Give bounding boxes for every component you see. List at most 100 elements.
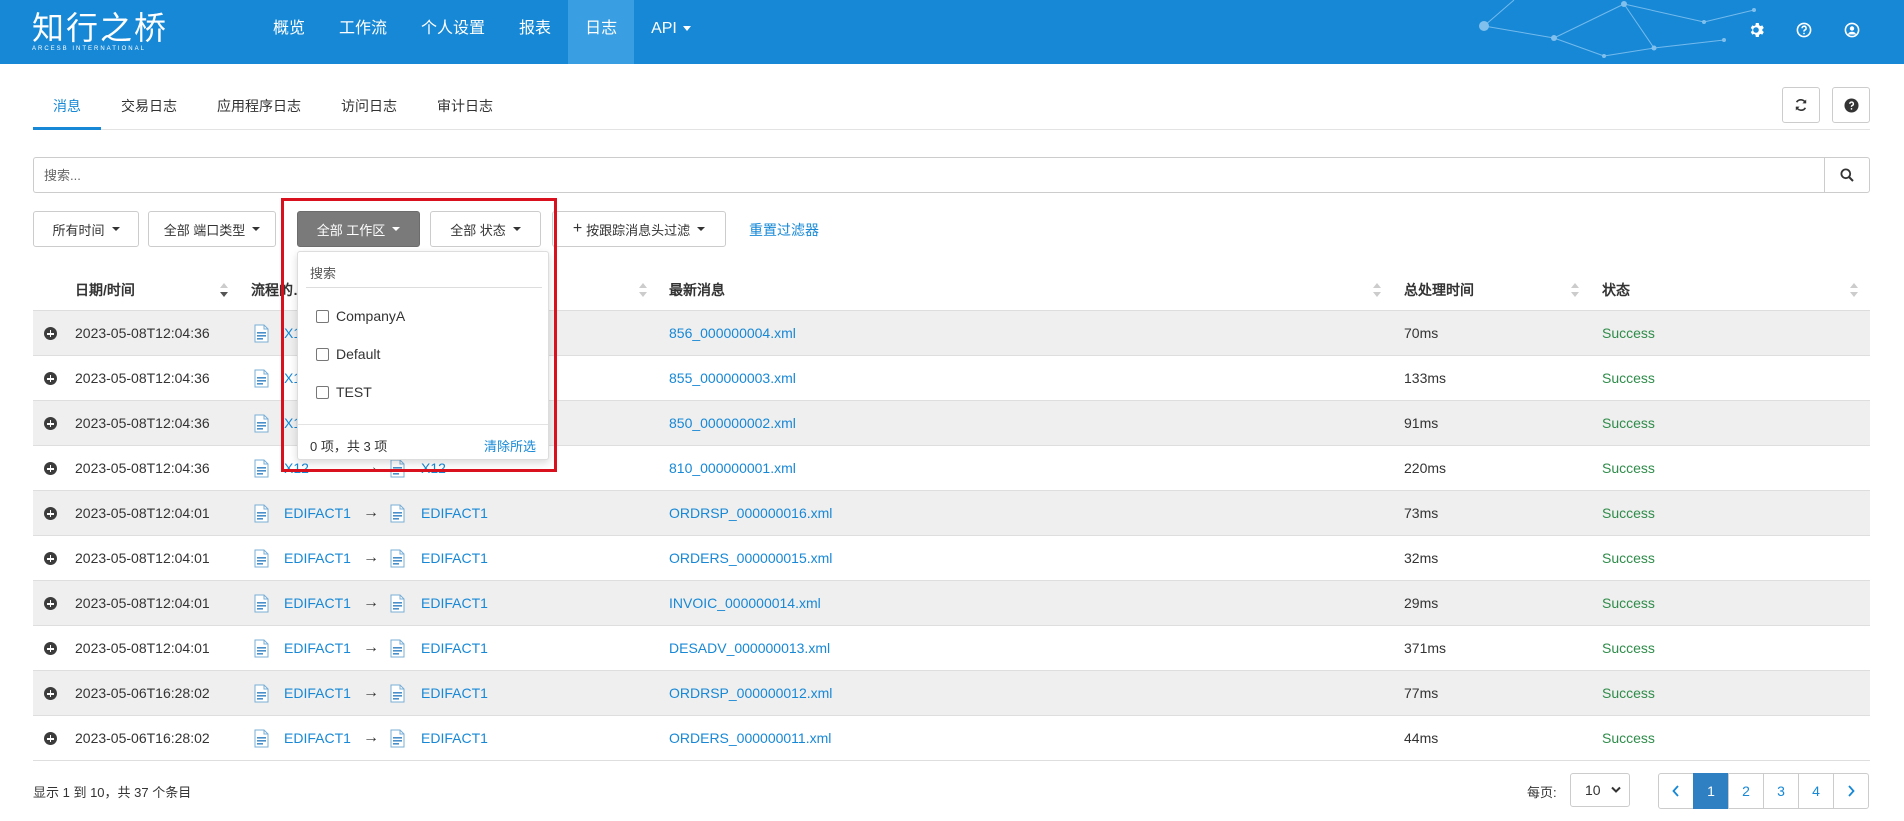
sort-icon[interactable]: [1571, 282, 1579, 298]
table-row[interactable]: 2023-05-06T16:28:02 EDIFACT1 → EDIFACT1 ORDE…: [33, 716, 1870, 761]
row-datetime: 2023-05-08T12:04:36: [75, 415, 210, 431]
row-latest-message[interactable]: INVOIC_000000014.xml: [669, 581, 821, 625]
row-source-port[interactable]: EDIFACT1: [284, 716, 351, 760]
expand-row-icon[interactable]: [44, 552, 57, 565]
checkbox[interactable]: [316, 347, 329, 361]
nav-workflow[interactable]: 工作流: [322, 0, 404, 64]
document-icon: [390, 594, 405, 613]
row-source-port[interactable]: EDIFACT1: [284, 536, 351, 580]
tab-access-log[interactable]: 访问日志: [321, 88, 417, 130]
table-row[interactable]: 2023-05-08T12:04:01 EDIFACT1 → EDIFACT1 DESA…: [33, 626, 1870, 671]
header-filter-button[interactable]: + 按跟踪消息头过滤: [552, 211, 726, 247]
help-circle-icon[interactable]: [1792, 18, 1816, 42]
row-latest-message[interactable]: ORDRSP_000000012.xml: [669, 671, 832, 715]
workspace-search-input[interactable]: [306, 260, 542, 288]
workspace-filter-button[interactable]: 全部 工作区: [297, 211, 420, 247]
row-latest-message[interactable]: DESADV_000000013.xml: [669, 626, 830, 670]
nav-reports[interactable]: 报表: [502, 0, 568, 64]
selection-count: 0 项，共 3 项: [310, 439, 388, 454]
col-datetime[interactable]: 日期/时间: [75, 272, 135, 311]
tab-application-log[interactable]: 应用程序日志: [197, 88, 321, 130]
workspace-option-default[interactable]: Default: [316, 344, 380, 364]
table-row[interactable]: 2023-05-06T16:28:02 EDIFACT1 → EDIFACT1 ORDR…: [33, 671, 1870, 716]
page-3-button[interactable]: 3: [1763, 773, 1799, 809]
row-target-port[interactable]: EDIFACT1: [421, 536, 488, 580]
document-icon: [254, 324, 269, 343]
col-latest-message[interactable]: 最新消息: [669, 272, 725, 311]
sort-icon[interactable]: [1850, 282, 1858, 298]
tab-messages[interactable]: 消息: [33, 88, 101, 130]
row-latest-message[interactable]: 810_000000001.xml: [669, 446, 796, 490]
row-target-port[interactable]: EDIFACT1: [421, 581, 488, 625]
expand-row-icon[interactable]: [44, 507, 57, 520]
nav-api[interactable]: API: [634, 0, 708, 64]
port-type-filter-button[interactable]: 全部 端口类型: [148, 211, 276, 247]
col-processing-time[interactable]: 总处理时间: [1404, 272, 1474, 311]
search-button[interactable]: [1824, 157, 1870, 193]
brand-logo[interactable]: 知行之桥 ARCESB INTERNATIONAL: [32, 12, 168, 52]
row-target-port[interactable]: EDIFACT1: [421, 716, 488, 760]
nav-overview[interactable]: 概览: [256, 0, 322, 64]
row-latest-message[interactable]: 855_000000003.xml: [669, 356, 796, 400]
row-source-port[interactable]: EDIFACT1: [284, 626, 351, 670]
table-row[interactable]: 2023-05-08T12:04:01 EDIFACT1 → EDIFACT1 ORDE…: [33, 536, 1870, 581]
row-datetime: 2023-05-06T16:28:02: [75, 730, 210, 746]
row-datetime: 2023-05-06T16:28:02: [75, 685, 210, 701]
row-source-port[interactable]: EDIFACT1: [284, 491, 351, 535]
expand-row-icon[interactable]: [44, 417, 57, 430]
refresh-button[interactable]: [1782, 87, 1820, 123]
row-processing-time: 133ms: [1404, 370, 1447, 386]
status-filter-button[interactable]: 全部 状态: [430, 211, 541, 247]
expand-row-icon[interactable]: [44, 462, 57, 475]
per-page-select[interactable]: 10: [1570, 773, 1630, 807]
tab-transaction-log[interactable]: 交易日志: [101, 88, 197, 130]
row-latest-message[interactable]: 850_000000002.xml: [669, 401, 796, 445]
checkbox[interactable]: [316, 385, 329, 399]
expand-row-icon[interactable]: [44, 642, 57, 655]
row-latest-message[interactable]: 856_000000004.xml: [669, 311, 796, 355]
expand-row-icon[interactable]: [44, 597, 57, 610]
sort-icon[interactable]: [1373, 282, 1381, 298]
search-input[interactable]: [33, 157, 1824, 193]
expand-row-icon[interactable]: [44, 687, 57, 700]
nav-logs[interactable]: 日志: [568, 0, 635, 64]
workspace-option-companya[interactable]: CompanyA: [316, 306, 405, 326]
time-filter-button[interactable]: 所有时间: [33, 211, 139, 247]
table-row[interactable]: 2023-05-08T12:04:01 EDIFACT1 → EDIFACT1 INVO…: [33, 581, 1870, 626]
sort-desc-icon[interactable]: [220, 282, 228, 298]
row-latest-message[interactable]: ORDERS_000000015.xml: [669, 536, 832, 580]
reset-filters-link[interactable]: 重置过滤器: [749, 220, 819, 240]
network-decoration: [1479, 0, 1756, 58]
row-processing-time: 32ms: [1404, 550, 1439, 566]
gear-icon[interactable]: [1744, 18, 1768, 42]
page-4-button[interactable]: 4: [1798, 773, 1834, 809]
sort-icon[interactable]: [639, 282, 647, 298]
row-latest-message[interactable]: ORDRSP_000000016.xml: [669, 491, 832, 535]
page-2-button[interactable]: 2: [1728, 773, 1764, 809]
page-1-button[interactable]: 1: [1693, 773, 1729, 809]
row-target-port[interactable]: EDIFACT1: [421, 491, 488, 535]
table-row[interactable]: 2023-05-08T12:04:01 EDIFACT1 → EDIFACT1 ORDR…: [33, 491, 1870, 536]
chevron-down-icon: [1610, 786, 1621, 793]
nav-profile[interactable]: 个人设置: [404, 0, 502, 64]
arrow-right-icon: →: [363, 729, 379, 746]
row-latest-message[interactable]: ORDERS_000000011.xml: [669, 716, 831, 760]
next-page-button[interactable]: [1833, 773, 1869, 809]
expand-row-icon[interactable]: [44, 372, 57, 385]
row-source-port[interactable]: EDIFACT1: [284, 671, 351, 715]
prev-page-button[interactable]: [1658, 773, 1694, 809]
checkbox[interactable]: [316, 309, 329, 323]
tab-audit-log[interactable]: 审计日志: [417, 88, 513, 130]
help-button[interactable]: [1832, 87, 1870, 123]
chevron-down-icon: [392, 227, 401, 231]
arrow-right-icon: →: [363, 504, 379, 521]
clear-selection-link[interactable]: 清除所选: [484, 436, 536, 455]
user-circle-icon[interactable]: [1840, 18, 1864, 42]
col-status[interactable]: 状态: [1602, 272, 1630, 311]
expand-row-icon[interactable]: [44, 327, 57, 340]
row-source-port[interactable]: EDIFACT1: [284, 581, 351, 625]
row-target-port[interactable]: EDIFACT1: [421, 626, 488, 670]
row-target-port[interactable]: EDIFACT1: [421, 671, 488, 715]
workspace-option-test[interactable]: TEST: [316, 382, 372, 402]
expand-row-icon[interactable]: [44, 732, 57, 745]
